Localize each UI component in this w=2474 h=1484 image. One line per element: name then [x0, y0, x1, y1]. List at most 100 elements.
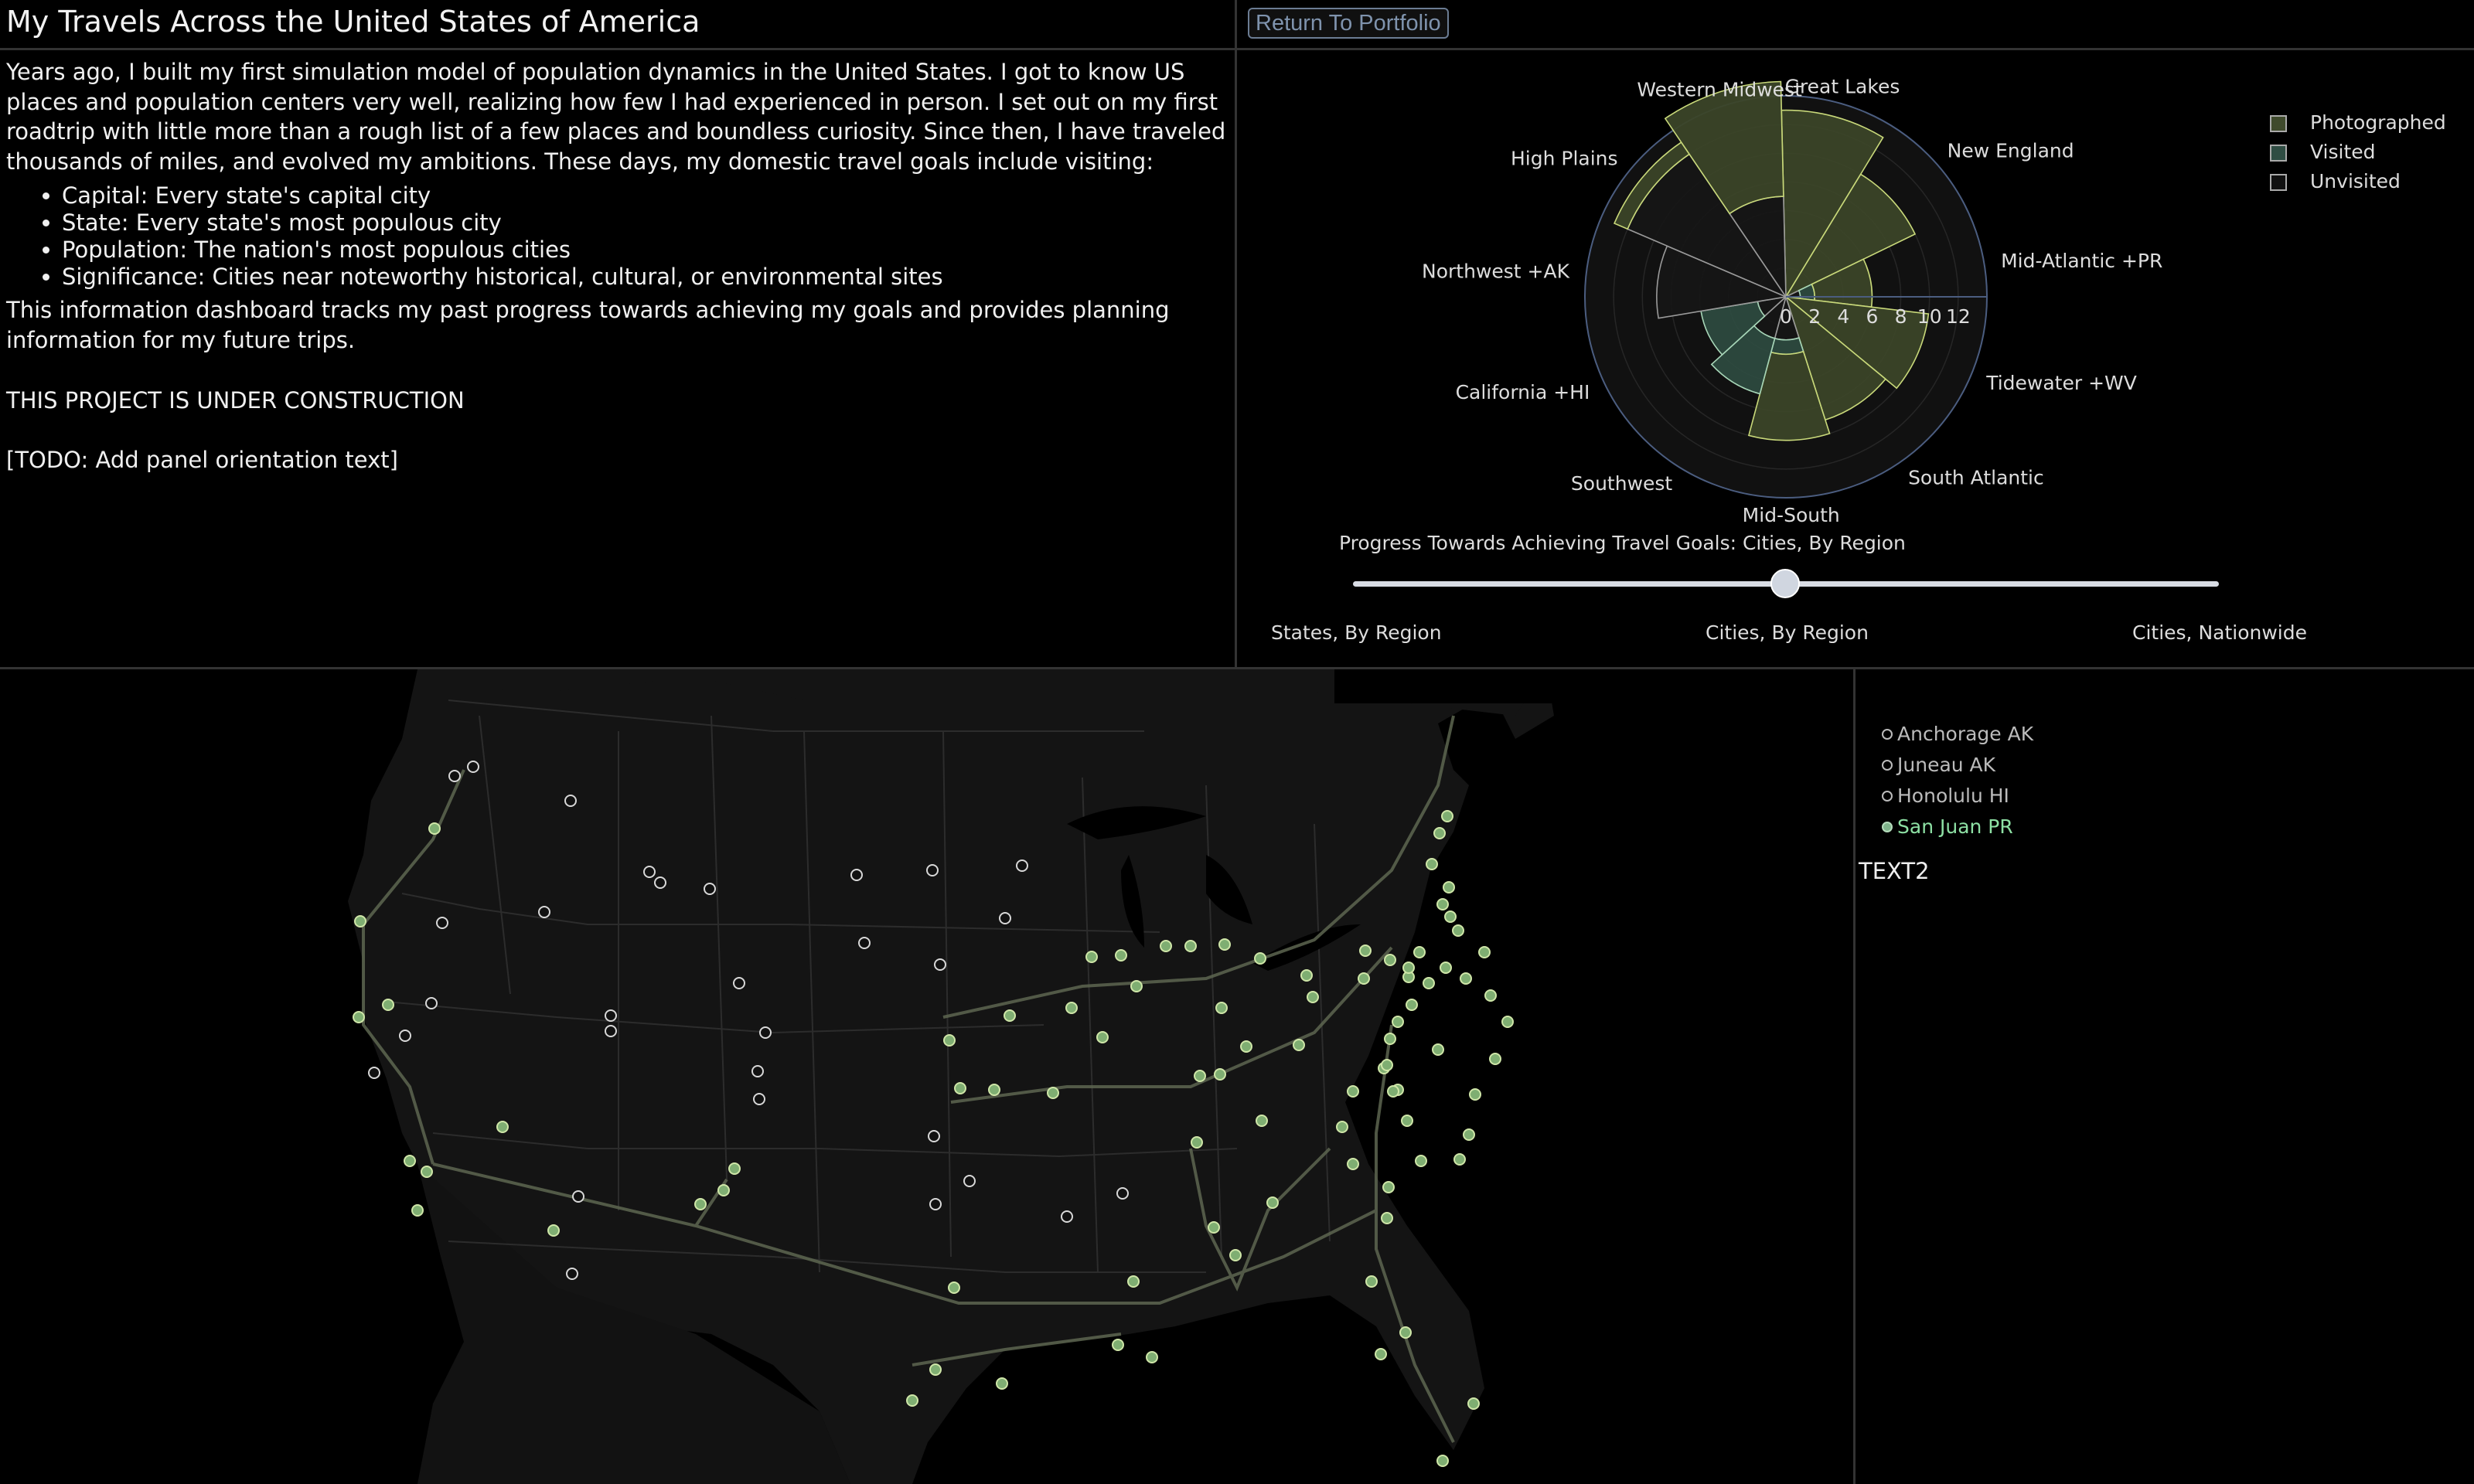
unvisited-city-marker[interactable] — [1116, 1187, 1129, 1200]
visited-city-marker[interactable] — [1384, 1033, 1396, 1045]
unvisited-city-marker[interactable] — [1016, 859, 1028, 872]
visited-city-marker[interactable] — [1115, 949, 1127, 962]
visited-city-marker[interactable] — [1489, 1053, 1501, 1065]
visited-city-marker[interactable] — [1240, 1040, 1252, 1053]
visited-city-marker[interactable] — [1065, 1002, 1078, 1014]
visited-city-marker[interactable] — [1365, 1275, 1378, 1288]
visited-city-marker[interactable] — [1501, 1016, 1514, 1028]
visited-city-marker[interactable] — [1384, 954, 1396, 966]
city-item-juneau[interactable]: Juneau AK — [1882, 750, 2033, 781]
unvisited-city-marker[interactable] — [436, 917, 448, 929]
visited-city-marker[interactable] — [382, 999, 394, 1011]
visited-city-marker[interactable] — [1218, 938, 1231, 951]
visited-city-marker[interactable] — [1085, 951, 1098, 963]
unvisited-city-marker[interactable] — [858, 937, 871, 949]
unvisited-city-marker[interactable] — [929, 1198, 942, 1210]
visited-city-marker[interactable] — [1004, 1009, 1016, 1022]
us-map[interactable] — [0, 669, 1855, 1484]
unvisited-city-marker[interactable] — [538, 906, 550, 918]
city-item-honolulu[interactable]: Honolulu HI — [1882, 781, 2033, 812]
visited-city-marker[interactable] — [1460, 972, 1472, 985]
visited-city-marker[interactable] — [1375, 1348, 1387, 1360]
unvisited-city-marker[interactable] — [572, 1190, 584, 1203]
visited-city-marker[interactable] — [1443, 881, 1455, 893]
slider-step-cities-nationwide[interactable]: Cities, Nationwide — [2132, 621, 2307, 644]
visited-city-marker[interactable] — [943, 1034, 956, 1047]
visited-city-marker[interactable] — [906, 1394, 918, 1407]
unvisited-city-marker[interactable] — [566, 1268, 578, 1280]
visited-city-marker[interactable] — [421, 1166, 433, 1178]
visited-city-marker[interactable] — [1444, 910, 1457, 923]
unvisited-city-marker[interactable] — [564, 795, 577, 807]
unvisited-city-marker[interactable] — [605, 1009, 617, 1022]
visited-city-marker[interactable] — [1160, 940, 1172, 952]
polar-bar-visited[interactable] — [1770, 337, 1804, 356]
unvisited-city-marker[interactable] — [928, 1130, 940, 1142]
legend-item-photographed[interactable]: Photographed — [2270, 108, 2446, 138]
visited-city-marker[interactable] — [694, 1198, 707, 1210]
visited-city-marker[interactable] — [1047, 1087, 1059, 1099]
visited-city-marker[interactable] — [1402, 962, 1415, 974]
visited-city-marker[interactable] — [353, 1011, 365, 1023]
visited-city-marker[interactable] — [1381, 1059, 1393, 1071]
visited-city-marker[interactable] — [1130, 980, 1143, 992]
visited-city-marker[interactable] — [1214, 1068, 1226, 1081]
visited-city-marker[interactable] — [1478, 946, 1491, 958]
visited-city-marker[interactable] — [1381, 1212, 1393, 1224]
visited-city-marker[interactable] — [1484, 989, 1497, 1002]
visited-city-marker[interactable] — [988, 1084, 1000, 1096]
visited-city-marker[interactable] — [1436, 1455, 1449, 1467]
visited-city-marker[interactable] — [1254, 952, 1266, 965]
visited-city-marker[interactable] — [1441, 810, 1453, 822]
slider-step-cities-by-region[interactable]: Cities, By Region — [1706, 621, 1869, 644]
unvisited-city-marker[interactable] — [850, 869, 863, 881]
visited-city-marker[interactable] — [929, 1363, 942, 1376]
city-item-anchorage[interactable]: Anchorage AK — [1882, 719, 2033, 750]
visited-city-marker[interactable] — [1359, 945, 1372, 957]
unvisited-city-marker[interactable] — [704, 883, 716, 895]
unvisited-city-marker[interactable] — [467, 761, 479, 773]
unvisited-city-marker[interactable] — [751, 1065, 764, 1077]
visited-city-marker[interactable] — [1112, 1339, 1124, 1351]
visited-city-marker[interactable] — [1215, 1002, 1228, 1014]
visited-city-marker[interactable] — [1469, 1088, 1481, 1101]
visited-city-marker[interactable] — [1229, 1249, 1242, 1261]
visited-city-marker[interactable] — [1347, 1158, 1359, 1170]
visited-city-marker[interactable] — [1406, 999, 1418, 1011]
visited-city-marker[interactable] — [1426, 858, 1438, 870]
visited-city-marker[interactable] — [948, 1281, 960, 1294]
visited-city-marker[interactable] — [1307, 991, 1319, 1003]
visited-city-marker[interactable] — [728, 1162, 741, 1175]
visited-city-marker[interactable] — [1463, 1128, 1475, 1141]
visited-city-marker[interactable] — [1293, 1039, 1305, 1051]
legend-item-unvisited[interactable]: Unvisited — [2270, 167, 2446, 196]
unvisited-city-marker[interactable] — [733, 977, 745, 989]
visited-city-marker[interactable] — [1433, 827, 1446, 839]
unvisited-city-marker[interactable] — [759, 1026, 772, 1039]
visited-city-marker[interactable] — [1436, 898, 1449, 910]
unvisited-city-marker[interactable] — [399, 1030, 411, 1042]
visited-city-marker[interactable] — [1146, 1351, 1158, 1363]
visited-city-marker[interactable] — [1413, 946, 1426, 958]
visited-city-marker[interactable] — [1432, 1043, 1444, 1056]
visited-city-marker[interactable] — [354, 915, 366, 928]
visited-city-marker[interactable] — [1452, 924, 1464, 937]
visited-city-marker[interactable] — [1184, 940, 1197, 952]
visited-city-marker[interactable] — [1336, 1121, 1348, 1133]
unvisited-city-marker[interactable] — [425, 997, 438, 1009]
unvisited-city-marker[interactable] — [963, 1175, 976, 1187]
visited-city-marker[interactable] — [1399, 1326, 1412, 1339]
visited-city-marker[interactable] — [496, 1121, 509, 1133]
visited-city-marker[interactable] — [547, 1224, 560, 1237]
unvisited-city-marker[interactable] — [934, 958, 946, 971]
unvisited-city-marker[interactable] — [605, 1025, 617, 1037]
visited-city-marker[interactable] — [717, 1184, 730, 1196]
visited-city-marker[interactable] — [954, 1082, 966, 1094]
visited-city-marker[interactable] — [1266, 1196, 1279, 1209]
visited-city-marker[interactable] — [1387, 1085, 1399, 1098]
unvisited-city-marker[interactable] — [654, 876, 666, 889]
visited-city-marker[interactable] — [1347, 1085, 1359, 1098]
unvisited-city-marker[interactable] — [448, 770, 461, 782]
visited-city-marker[interactable] — [428, 822, 441, 835]
visited-city-marker[interactable] — [1401, 1115, 1413, 1127]
